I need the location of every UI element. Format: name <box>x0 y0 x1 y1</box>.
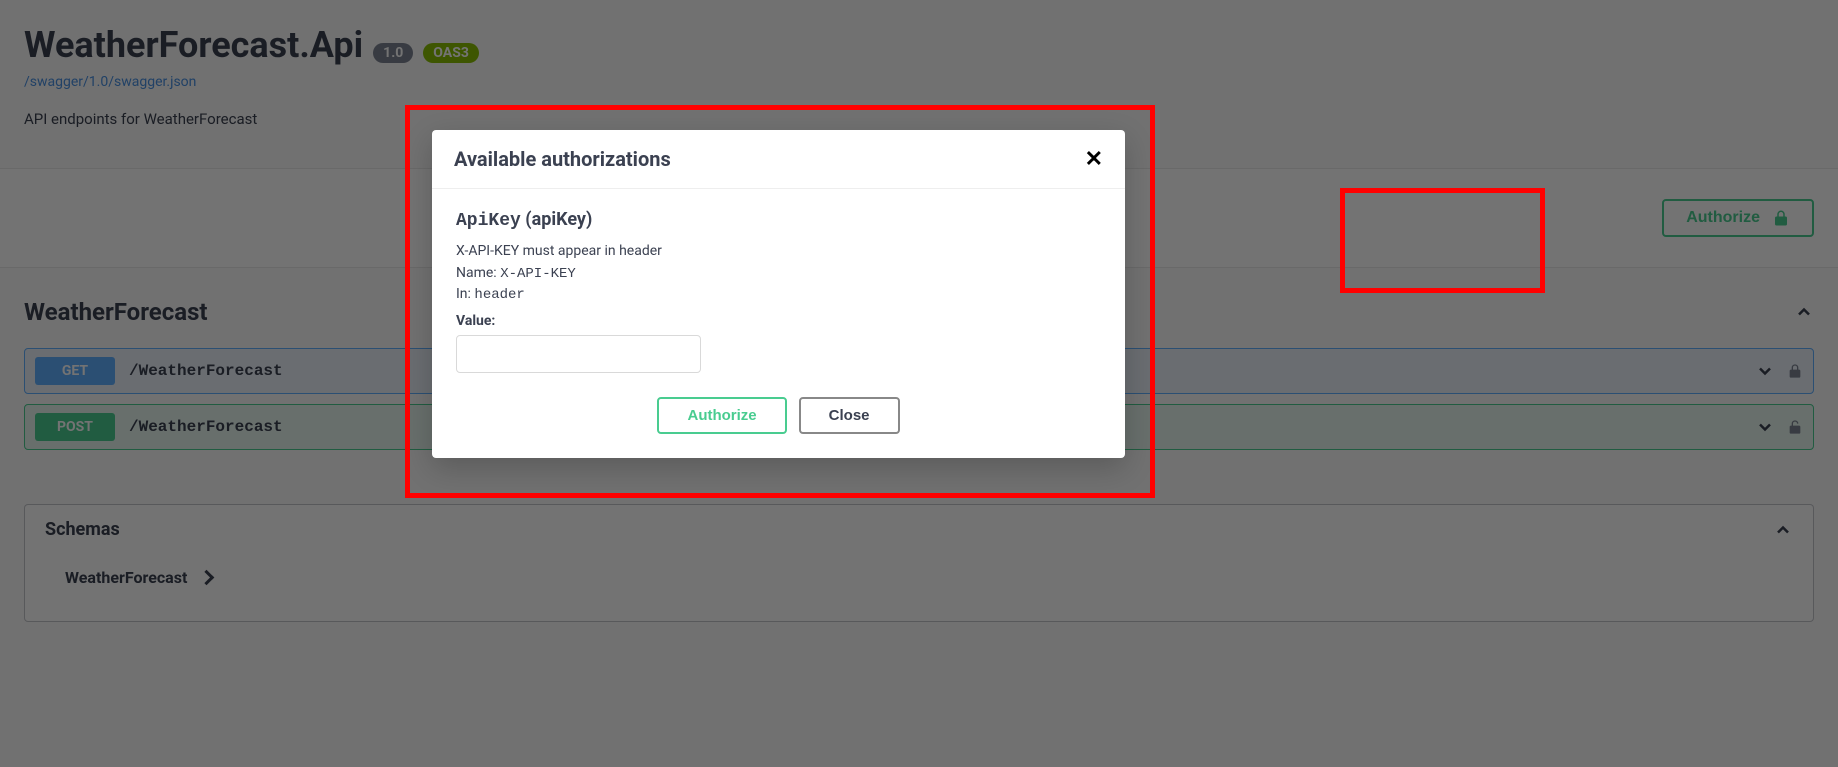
modal-close-button[interactable]: Close <box>799 397 900 434</box>
auth-in-value: header <box>474 287 524 303</box>
modal-actions: Authorize Close <box>456 397 1101 434</box>
auth-value-input[interactable] <box>456 335 701 373</box>
auth-scheme-type: (apiKey) <box>525 209 592 230</box>
auth-scheme-name: ApiKey <box>456 211 521 231</box>
auth-in-row: In: header <box>456 286 1101 303</box>
close-icon[interactable]: ✕ <box>1085 146 1103 172</box>
auth-name-label: Name: <box>456 265 497 281</box>
modal-header: Available authorizations ✕ <box>432 130 1125 189</box>
auth-scheme-heading: ApiKey (apiKey) <box>456 209 1101 231</box>
modal-authorize-button[interactable]: Authorize <box>657 397 786 434</box>
auth-description: X-API-KEY must appear in header <box>456 243 1101 259</box>
modal-body: ApiKey (apiKey) X-API-KEY must appear in… <box>432 189 1125 458</box>
modal-title: Available authorizations <box>454 147 671 171</box>
auth-name-value: X-API-KEY <box>500 266 576 282</box>
auth-in-label: In: <box>456 286 471 302</box>
authorizations-modal: Available authorizations ✕ ApiKey (apiKe… <box>432 130 1125 458</box>
auth-value-label: Value: <box>456 313 1101 329</box>
auth-name-row: Name: X-API-KEY <box>456 265 1101 282</box>
